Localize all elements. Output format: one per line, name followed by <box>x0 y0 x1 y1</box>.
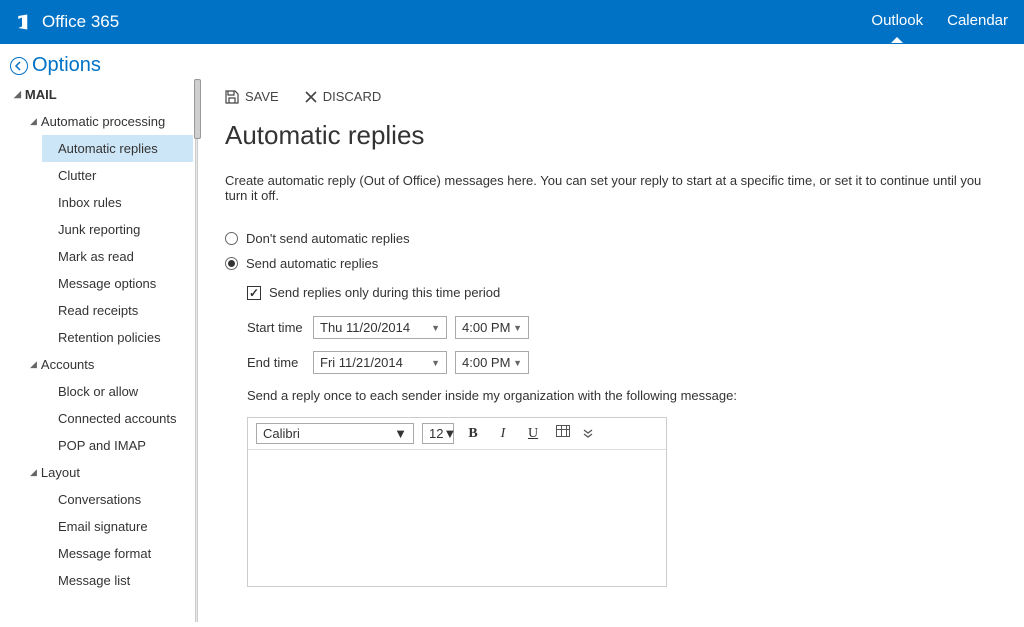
table-icon <box>556 425 570 437</box>
message-editor: Calibri ▼ 12 ▼ B I U <box>247 417 667 587</box>
font-family-dropdown[interactable]: Calibri ▼ <box>256 423 414 444</box>
options-label: Options <box>32 54 101 77</box>
editor-body[interactable] <box>248 450 666 586</box>
close-icon <box>305 91 317 103</box>
caret-down-icon: ▼ <box>431 358 440 368</box>
radio-dont-send[interactable]: Don't send automatic replies <box>225 231 1004 246</box>
sidebar-item-junk-reporting[interactable]: Junk reporting <box>42 216 193 243</box>
discard-button[interactable]: DISCARD <box>305 89 382 104</box>
sidebar-item-inbox-rules[interactable]: Inbox rules <box>42 189 193 216</box>
sidebar-mail-header[interactable]: ◢ MAIL <box>10 81 193 108</box>
end-time-dropdown[interactable]: 4:00 PM ▼ <box>455 351 529 374</box>
sidebar-item-message-options[interactable]: Message options <box>42 270 193 297</box>
header-nav: Outlook Calendar <box>871 12 1008 33</box>
editor-toolbar: Calibri ▼ 12 ▼ B I U <box>248 418 666 450</box>
sidebar-item-connected-accounts[interactable]: Connected accounts <box>42 405 193 432</box>
radio-icon <box>225 232 238 245</box>
sidebar: ◢ MAIL ◢ Automatic processing Automatic … <box>0 79 193 622</box>
font-size-dropdown[interactable]: 12 ▼ <box>422 423 454 444</box>
sidebar-item-automatic-replies[interactable]: Automatic replies <box>42 135 193 162</box>
sidebar-item-email-signature[interactable]: Email signature <box>42 513 193 540</box>
sidebar-item-clutter[interactable]: Clutter <box>42 162 193 189</box>
reply-note: Send a reply once to each sender inside … <box>247 388 1004 403</box>
main-content: SAVE DISCARD Automatic replies Create au… <box>199 79 1024 622</box>
start-date-dropdown[interactable]: Thu 11/20/2014 ▼ <box>313 316 447 339</box>
sidebar-item-retention-policies[interactable]: Retention policies <box>42 324 193 351</box>
save-icon <box>225 90 239 104</box>
sidebar-item-conversations[interactable]: Conversations <box>42 486 193 513</box>
app-title: Office 365 <box>42 12 119 32</box>
sidebar-item-read-receipts[interactable]: Read receipts <box>42 297 193 324</box>
caret-down-icon: ▼ <box>513 323 522 333</box>
sidebar-item-message-list[interactable]: Message list <box>42 567 193 594</box>
table-button[interactable] <box>552 425 574 442</box>
header-brand: Office 365 <box>16 12 119 32</box>
checkbox-time-period[interactable]: ✓ Send replies only during this time per… <box>247 285 1004 300</box>
nav-outlook[interactable]: Outlook <box>871 12 923 33</box>
radio-checked-icon <box>225 257 238 270</box>
nav-calendar[interactable]: Calendar <box>947 12 1008 33</box>
sidebar-accounts[interactable]: ◢ Accounts <box>26 351 193 378</box>
sidebar-item-message-format[interactable]: Message format <box>42 540 193 567</box>
italic-button[interactable]: I <box>492 426 514 442</box>
end-time-label: End time <box>247 355 305 370</box>
start-time-dropdown[interactable]: 4:00 PM ▼ <box>455 316 529 339</box>
end-time-row: End time Fri 11/21/2014 ▼ 4:00 PM ▼ <box>247 351 1004 374</box>
caret-down-icon: ◢ <box>14 89 21 100</box>
checkbox-checked-icon: ✓ <box>247 286 261 300</box>
save-button[interactable]: SAVE <box>225 89 279 104</box>
caret-down-icon: ▼ <box>431 323 440 333</box>
caret-down-icon: ◢ <box>30 467 37 478</box>
sidebar-automatic-processing[interactable]: ◢ Automatic processing <box>26 108 193 135</box>
caret-down-icon: ▼ <box>513 358 522 368</box>
sidebar-layout[interactable]: ◢ Layout <box>26 459 193 486</box>
caret-down-icon: ◢ <box>30 116 37 127</box>
splitter-handle-icon <box>194 79 201 139</box>
start-time-label: Start time <box>247 320 305 335</box>
options-back-link[interactable]: Options <box>10 54 101 77</box>
caret-down-icon: ▼ <box>443 426 456 441</box>
options-bar: Options <box>0 44 1024 79</box>
app-header: Office 365 Outlook Calendar <box>0 0 1024 44</box>
sidebar-item-block-or-allow[interactable]: Block or allow <box>42 378 193 405</box>
page-title: Automatic replies <box>225 120 1004 151</box>
toolbar: SAVE DISCARD <box>225 85 1004 120</box>
page-description: Create automatic reply (Out of Office) m… <box>225 173 1004 203</box>
caret-down-icon: ◢ <box>30 359 37 370</box>
caret-down-icon: ▼ <box>394 426 407 441</box>
back-arrow-icon <box>10 57 28 75</box>
end-date-dropdown[interactable]: Fri 11/21/2014 ▼ <box>313 351 447 374</box>
bold-button[interactable]: B <box>462 426 484 442</box>
sidebar-item-mark-as-read[interactable]: Mark as read <box>42 243 193 270</box>
radio-send[interactable]: Send automatic replies <box>225 256 1004 271</box>
start-time-row: Start time Thu 11/20/2014 ▼ 4:00 PM ▼ <box>247 316 1004 339</box>
more-formatting-button[interactable] <box>582 428 604 440</box>
sidebar-item-pop-imap[interactable]: POP and IMAP <box>42 432 193 459</box>
office-logo-icon <box>16 13 34 31</box>
chevron-down-double-icon <box>582 428 604 440</box>
underline-button[interactable]: U <box>522 426 544 442</box>
